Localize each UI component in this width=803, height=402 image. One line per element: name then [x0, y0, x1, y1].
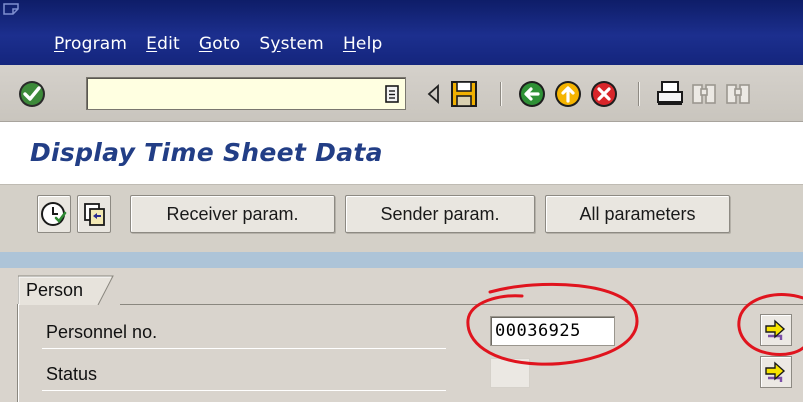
standard-toolbar	[0, 65, 803, 122]
menu-edit-mnemonic: E	[146, 34, 158, 54]
sender-param-button[interactable]: Sender param.	[345, 195, 535, 233]
page-title: Display Time Sheet Data	[30, 138, 383, 167]
find-icon	[692, 84, 716, 104]
menu-system-mnemonic: y	[270, 34, 281, 54]
menu-goto[interactable]: Goto	[199, 34, 240, 54]
menu-program-mnemonic: P	[54, 34, 65, 54]
menu-goto-rest: oto	[212, 34, 241, 54]
exit-icon[interactable]	[552, 77, 584, 111]
personnel-no-input[interactable]	[491, 317, 614, 345]
menu-system[interactable]: System	[259, 34, 324, 54]
status-field[interactable]	[490, 358, 530, 388]
personnel-no-field[interactable]	[490, 316, 615, 346]
toolbar-separator	[638, 82, 640, 106]
save-icon[interactable]	[448, 77, 480, 111]
menu-system-pre: S	[259, 34, 271, 54]
copy-button[interactable]	[77, 195, 111, 233]
toolbar-separator	[500, 82, 502, 106]
copy-icon	[84, 203, 105, 226]
enter-icon[interactable]	[16, 78, 48, 110]
menu-help-mnemonic: H	[342, 34, 356, 54]
label-underline	[42, 390, 446, 391]
execute-button[interactable]	[37, 195, 71, 233]
print-icon[interactable]	[654, 77, 686, 111]
label-underline	[42, 348, 446, 349]
receiver-param-button[interactable]: Receiver param.	[130, 195, 335, 233]
all-parameters-button[interactable]: All parameters	[545, 195, 730, 233]
menu-program-rest: rogram	[64, 34, 128, 54]
menu-edit-rest: dit	[157, 34, 180, 54]
yellow-arrow-icon	[765, 361, 786, 382]
command-field[interactable]	[86, 77, 406, 110]
status-multiple-selection-button[interactable]	[760, 356, 792, 388]
menu-bar: Program Edit Goto System Help	[0, 0, 803, 65]
menu-edit[interactable]: Edit	[146, 34, 180, 54]
menu-system-rest: stem	[280, 34, 324, 54]
command-history-icon[interactable]	[385, 85, 399, 103]
frame-border-top	[120, 304, 803, 305]
menu-goto-mnemonic: G	[198, 34, 213, 54]
back-icon[interactable]	[516, 77, 548, 111]
status-label: Status	[46, 364, 98, 384]
person-tab-label[interactable]: Person	[26, 280, 83, 301]
cancel-icon[interactable]	[588, 77, 620, 111]
menu-help[interactable]: Help	[343, 34, 383, 54]
execute-clock-icon	[41, 202, 67, 226]
header-separator	[0, 252, 803, 268]
personnel-no-multiple-selection-button[interactable]	[760, 314, 792, 346]
yellow-arrow-icon	[765, 319, 786, 340]
menu-program[interactable]: Program	[54, 34, 127, 54]
menu-help-rest: elp	[355, 34, 383, 54]
personnel-no-label: Personnel no.	[46, 322, 158, 342]
find-next-icon	[726, 84, 750, 104]
system-menu-icon[interactable]	[2, 2, 24, 20]
back-arrow-icon[interactable]	[418, 77, 450, 111]
command-input[interactable]	[87, 78, 405, 109]
frame-border-highlight	[18, 304, 19, 402]
